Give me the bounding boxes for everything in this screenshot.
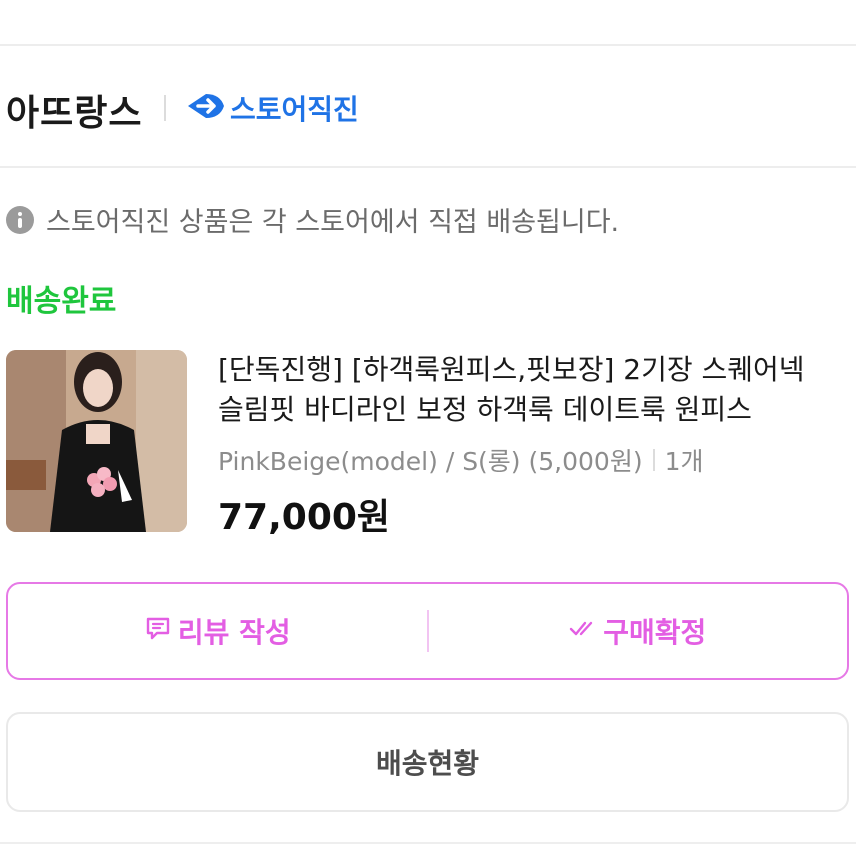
product-thumbnail[interactable] xyxy=(6,350,187,532)
confirm-purchase-label: 구매확정 xyxy=(603,616,707,649)
quantity-text: 1개 xyxy=(664,447,704,476)
shipping-notice: 스토어직진 상품은 각 스토어에서 직접 배송됩니다. xyxy=(6,200,619,239)
order-status: 배송완료 xyxy=(6,284,117,319)
product-option: PinkBeige(model) / S(롱) (5,000원) 1개 xyxy=(218,442,704,478)
store-direct-label: 스토어직진 xyxy=(230,93,359,126)
header-divider xyxy=(164,95,166,121)
write-review-label: 리뷰 작성 xyxy=(177,616,291,649)
product-price: 77,000원 xyxy=(218,497,391,538)
option-separator xyxy=(652,449,655,471)
product-item[interactable]: [단독진행] [하객룩원피스,핏보장] 2기장 스퀘어넥 슬림핏 바디라인 보정… xyxy=(6,350,856,538)
info-icon xyxy=(6,205,34,234)
delivery-status-button[interactable]: 배송현황 xyxy=(6,712,849,812)
review-speech-icon xyxy=(144,614,178,649)
section-divider xyxy=(0,166,856,168)
product-title[interactable]: [단독진행] [하객룩원피스,핏보장] 2기장 스퀘어넥 슬림핏 바디라인 보정… xyxy=(218,350,838,430)
write-review-button[interactable]: 리뷰 작성 xyxy=(8,584,427,678)
store-name[interactable]: 아뜨랑스 xyxy=(6,84,142,136)
store-direct-arrow-icon xyxy=(186,88,226,128)
bottom-divider xyxy=(0,842,856,844)
notice-text: 스토어직진 상품은 각 스토어에서 직접 배송됩니다. xyxy=(46,207,620,238)
store-direct-badge: 스토어직진 xyxy=(186,88,359,128)
confirm-purchase-button[interactable]: 구매확정 xyxy=(429,584,848,678)
double-check-icon xyxy=(569,614,603,649)
order-actions: 리뷰 작성 구매확정 xyxy=(6,582,849,680)
option-text: PinkBeige(model) / S(롱) (5,000원) xyxy=(218,447,643,476)
